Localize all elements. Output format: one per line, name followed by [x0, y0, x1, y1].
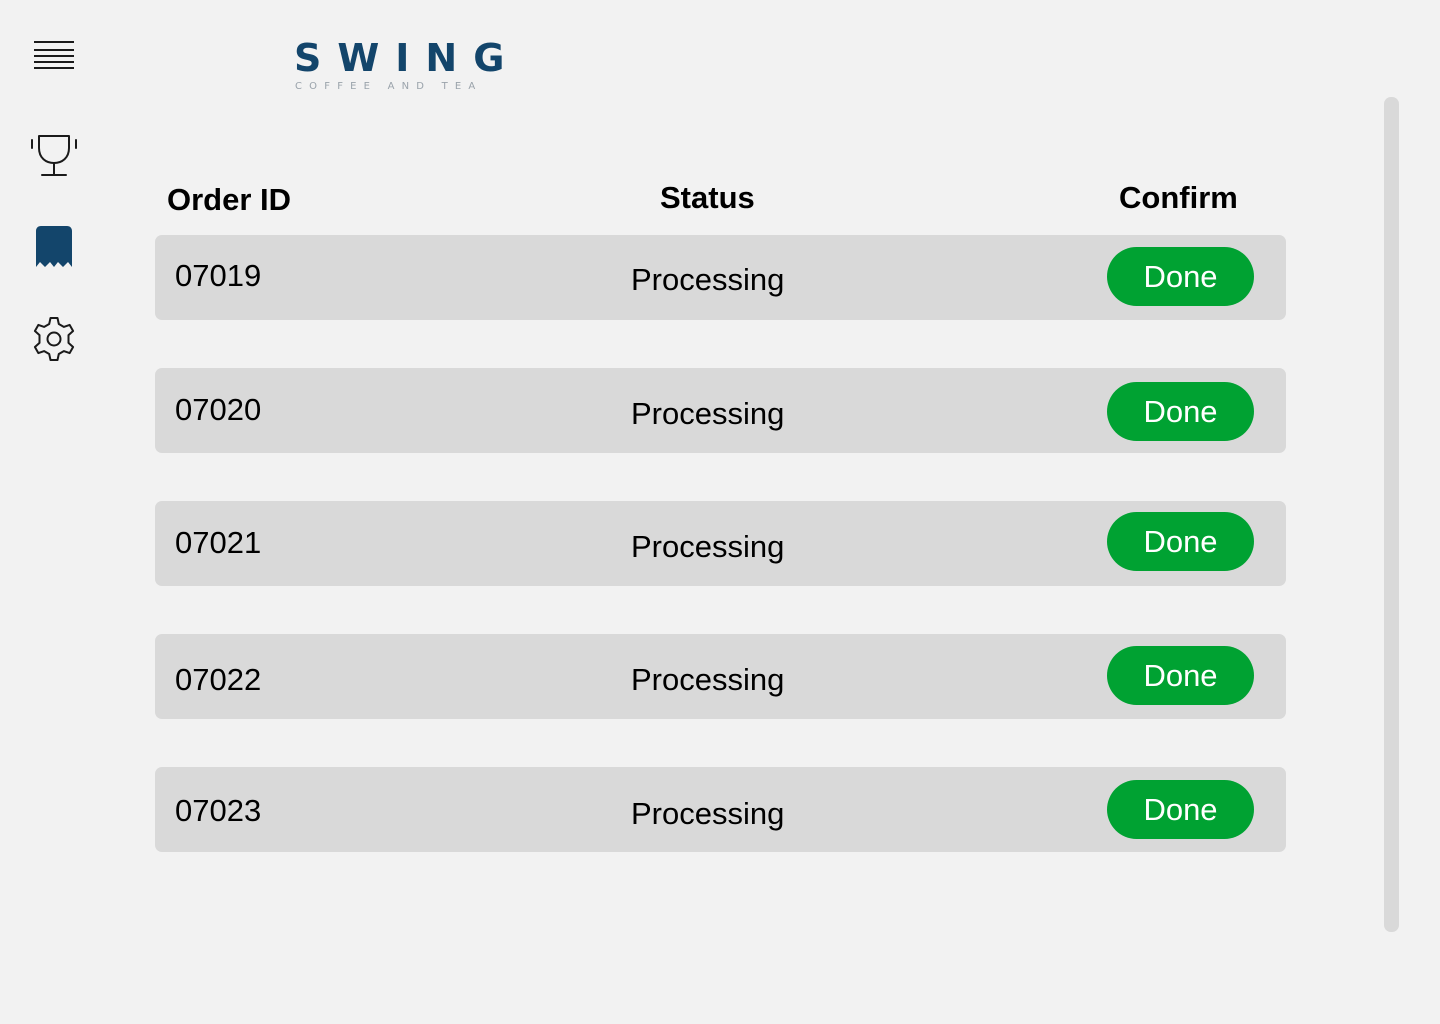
logo-tagline: COFFEE AND TEA: [295, 81, 483, 92]
done-button[interactable]: Done: [1107, 780, 1254, 839]
column-header-confirm: Confirm: [1119, 180, 1238, 215]
brand-logo: SWING COFFEE AND TEA: [294, 36, 504, 96]
app-window: SWING COFFEE AND TEA Order ID Status Con…: [0, 0, 1440, 1024]
orders-icon[interactable]: [34, 225, 74, 271]
order-status: Processing: [631, 529, 785, 564]
done-button[interactable]: Done: [1107, 512, 1254, 571]
order-row: 07023 Processing Done: [155, 767, 1286, 852]
order-status: Processing: [631, 262, 785, 297]
order-id: 07023: [175, 793, 262, 828]
order-status: Processing: [631, 396, 785, 431]
done-button[interactable]: Done: [1107, 382, 1254, 441]
trophy-icon[interactable]: [29, 132, 79, 178]
column-header-status: Status: [660, 180, 755, 215]
order-status: Processing: [631, 662, 785, 697]
settings-icon[interactable]: [31, 316, 77, 362]
done-button[interactable]: Done: [1107, 646, 1254, 705]
order-row: 07020 Processing Done: [155, 368, 1286, 453]
order-id: 07020: [175, 392, 262, 427]
scrollbar[interactable]: [1384, 97, 1399, 932]
logo-wordmark: SWING: [294, 36, 521, 80]
menu-icon[interactable]: [33, 40, 75, 70]
order-row: 07019 Processing Done: [155, 235, 1286, 320]
order-id: 07022: [175, 662, 262, 697]
order-status: Processing: [631, 796, 785, 831]
done-button[interactable]: Done: [1107, 247, 1254, 306]
order-row: 07021 Processing Done: [155, 501, 1286, 586]
order-row: 07022 Processing Done: [155, 634, 1286, 719]
column-header-order-id: Order ID: [167, 182, 292, 217]
order-id: 07019: [175, 258, 262, 293]
order-id: 07021: [175, 525, 262, 560]
